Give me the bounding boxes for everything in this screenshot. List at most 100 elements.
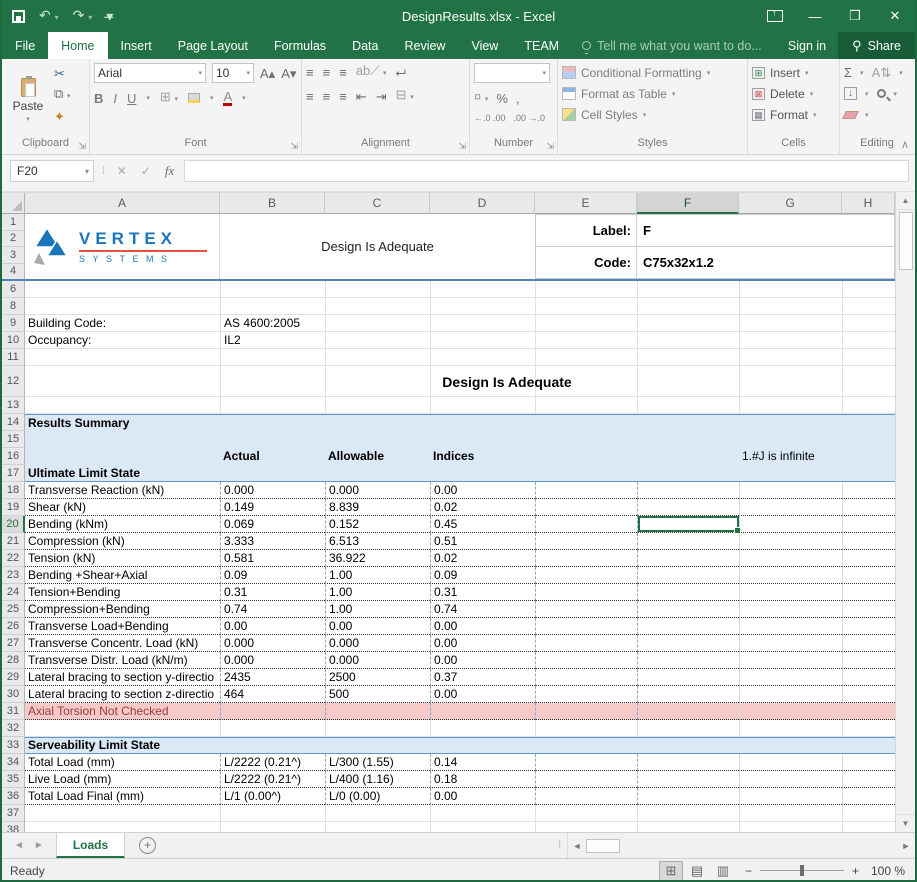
cell-F28[interactable] xyxy=(637,652,739,669)
cell-C6[interactable] xyxy=(325,281,430,298)
copy-icon[interactable]: ⧉ ▾ xyxy=(54,86,70,104)
cell-B35[interactable]: L/2222 (0.21^) xyxy=(220,771,325,788)
cell-G23[interactable] xyxy=(739,567,842,584)
row-header-6[interactable]: 6 xyxy=(2,281,25,298)
save-icon[interactable] xyxy=(12,10,25,23)
cell-G36[interactable] xyxy=(739,788,842,805)
cell-F11[interactable] xyxy=(637,349,739,366)
cell-C17[interactable] xyxy=(325,465,430,482)
prev-sheet-icon[interactable]: ◄ xyxy=(14,840,24,851)
column-header-H[interactable]: H xyxy=(842,193,895,214)
cell-A20[interactable]: Bending (kNm) xyxy=(25,516,220,533)
cell-H22[interactable] xyxy=(842,550,895,567)
align-left-icon[interactable]: ≡ xyxy=(306,89,314,104)
conditional-formatting-button[interactable]: Conditional Formatting▾ xyxy=(562,63,743,82)
row-header-37[interactable]: 37 xyxy=(2,805,25,822)
cell-C29[interactable]: 2500 xyxy=(325,669,430,686)
wrap-text-icon[interactable]: ⮠ xyxy=(395,65,405,80)
minimize-button[interactable]: — xyxy=(795,0,835,32)
cell-A16[interactable] xyxy=(25,448,220,465)
cell-D26[interactable]: 0.00 xyxy=(430,618,535,635)
row-header-4[interactable]: 4 xyxy=(2,264,24,280)
customize-qat-button[interactable]: ▾̶ xyxy=(106,9,113,23)
cell-A23[interactable]: Bending +Shear+Axial xyxy=(25,567,220,584)
cell-F24[interactable] xyxy=(637,584,739,601)
cell-B33[interactable] xyxy=(220,737,325,754)
cell-F36[interactable] xyxy=(637,788,739,805)
cell-A37[interactable] xyxy=(25,805,220,822)
cell-B10[interactable]: IL2 xyxy=(220,332,325,349)
column-header-C[interactable]: C xyxy=(325,193,430,214)
row-header-36[interactable]: 36 xyxy=(2,788,25,805)
cell-G32[interactable] xyxy=(739,720,842,737)
cell-B19[interactable]: 0.149 xyxy=(220,499,325,516)
cell-G6[interactable] xyxy=(739,281,842,298)
align-center-icon[interactable]: ≡ xyxy=(323,89,331,104)
cell-B14[interactable] xyxy=(220,414,325,431)
cell-D10[interactable] xyxy=(430,332,535,349)
cell-B16[interactable]: Actual xyxy=(220,448,325,465)
cell-E17[interactable] xyxy=(535,465,637,482)
row-header-34[interactable]: 34 xyxy=(2,754,25,771)
cell-C38[interactable] xyxy=(325,822,430,832)
cell-A30[interactable]: Lateral bracing to section z-directio xyxy=(25,686,220,703)
cell-F6[interactable] xyxy=(637,281,739,298)
close-button[interactable]: ✕ xyxy=(875,0,915,32)
cell-E35[interactable] xyxy=(535,771,637,788)
page-break-view-icon[interactable]: ▥ xyxy=(711,861,735,881)
column-header-D[interactable]: D xyxy=(430,193,535,214)
cell-C13[interactable] xyxy=(325,397,430,414)
cell-D35[interactable]: 0.18 xyxy=(430,771,535,788)
cell-D20[interactable]: 0.45 xyxy=(430,516,535,533)
cell-F19[interactable] xyxy=(637,499,739,516)
cell-H34[interactable] xyxy=(842,754,895,771)
zoom-in-icon[interactable]: + xyxy=(852,864,859,878)
cell-F21[interactable] xyxy=(637,533,739,550)
cell-C8[interactable] xyxy=(325,298,430,315)
font-dialog-launcher[interactable]: ⇲ xyxy=(290,141,298,152)
cell-A36[interactable]: Total Load Final (mm) xyxy=(25,788,220,805)
cell-C10[interactable] xyxy=(325,332,430,349)
cell-G19[interactable] xyxy=(739,499,842,516)
cell-G30[interactable] xyxy=(739,686,842,703)
cell-H25[interactable] xyxy=(842,601,895,618)
cell-H24[interactable] xyxy=(842,584,895,601)
row-header-10[interactable]: 10 xyxy=(2,332,25,349)
formula-input[interactable] xyxy=(184,160,909,182)
cell-C19[interactable]: 8.839 xyxy=(325,499,430,516)
cell-H30[interactable] xyxy=(842,686,895,703)
cell-B26[interactable]: 0.00 xyxy=(220,618,325,635)
cell-F20[interactable] xyxy=(637,516,739,533)
cell-D18[interactable]: 0.00 xyxy=(430,482,535,499)
cell-B38[interactable] xyxy=(220,822,325,832)
ribbon-tab-view[interactable]: View xyxy=(458,32,511,59)
horizontal-scrollbar[interactable]: ◄ ► xyxy=(567,833,915,858)
cell-F14[interactable] xyxy=(637,414,739,431)
cell-E38[interactable] xyxy=(535,822,637,832)
cell-G22[interactable] xyxy=(739,550,842,567)
cell-C16[interactable]: Allowable xyxy=(325,448,430,465)
insert-cells-button[interactable]: ⊞Insert▾ xyxy=(752,63,835,82)
cell-D29[interactable]: 0.37 xyxy=(430,669,535,686)
cell-G26[interactable] xyxy=(739,618,842,635)
ribbon-tab-file[interactable]: File xyxy=(2,32,48,59)
ribbon-tab-data[interactable]: Data xyxy=(339,32,391,59)
cell-E19[interactable] xyxy=(535,499,637,516)
cell-F37[interactable] xyxy=(637,805,739,822)
cell-A14[interactable]: Results Summary xyxy=(25,414,220,431)
cell-B21[interactable]: 3.333 xyxy=(220,533,325,550)
cell-H36[interactable] xyxy=(842,788,895,805)
align-middle-icon[interactable]: ≡ xyxy=(323,65,331,80)
cell-D11[interactable] xyxy=(430,349,535,366)
cell-D22[interactable]: 0.02 xyxy=(430,550,535,567)
row-header-9[interactable]: 9 xyxy=(2,315,25,332)
column-header-B[interactable]: B xyxy=(220,193,325,214)
cell-H19[interactable] xyxy=(842,499,895,516)
cell-A28[interactable]: Transverse Distr. Load (kN/m) xyxy=(25,652,220,669)
cell-D6[interactable] xyxy=(430,281,535,298)
cell-B23[interactable]: 0.09 xyxy=(220,567,325,584)
cell-H13[interactable] xyxy=(842,397,895,414)
cell-B17[interactable] xyxy=(220,465,325,482)
italic-button[interactable]: I xyxy=(113,91,117,106)
cell-F23[interactable] xyxy=(637,567,739,584)
